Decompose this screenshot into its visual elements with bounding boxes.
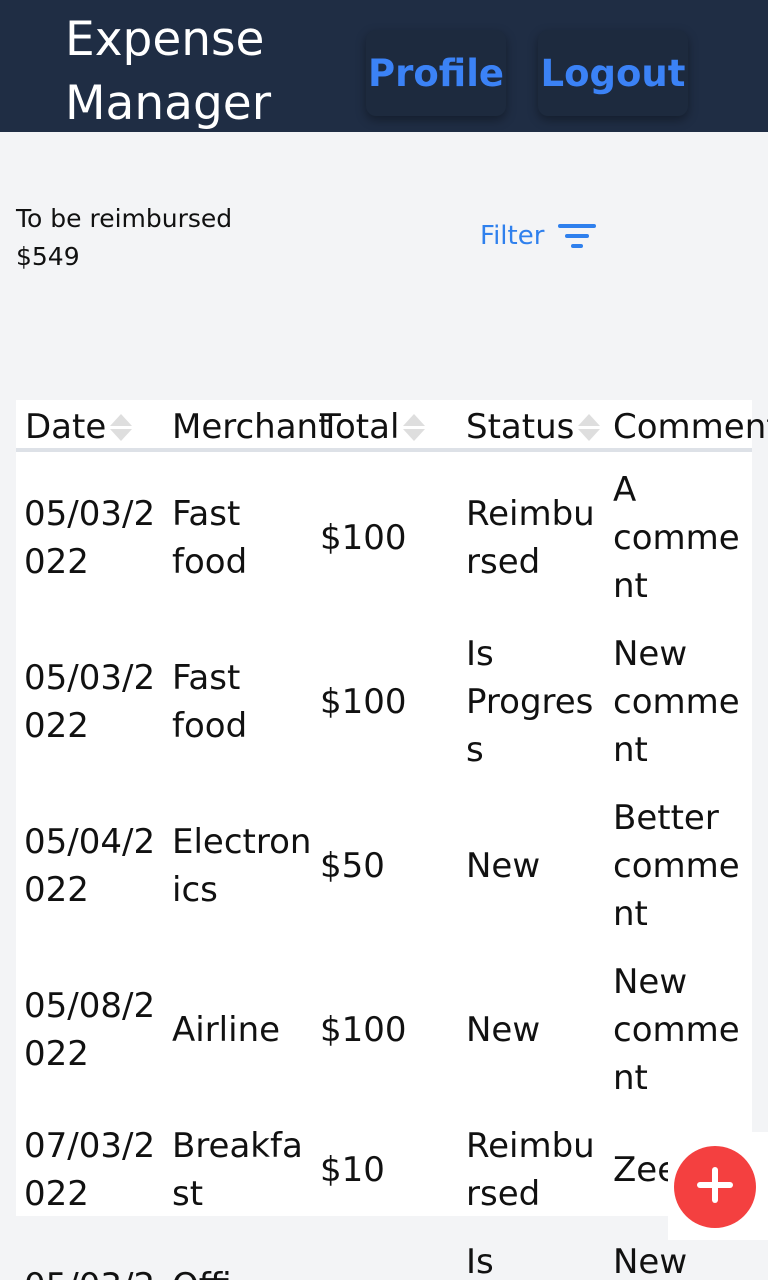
cell-total: $100 [320,518,407,558]
cell-comment: Better comme nt [613,798,740,934]
sort-icon [578,413,601,441]
cell-date: 05/04/2 022 [24,822,156,910]
reimbursement-summary: To be reimbursed $549 [16,200,232,276]
column-header-total[interactable]: Total [320,405,426,449]
cell-merchant: Electron ics [172,822,312,910]
sort-icon [403,413,426,441]
table-header: Date Merchant Total Status Comment [16,400,768,452]
column-header-merchant[interactable]: Merchant [172,405,331,449]
filter-label: Filter [480,221,545,251]
column-header-comment[interactable]: Comment [613,405,768,449]
cell-status: New [466,1010,541,1050]
cell-date: 05/08/2 022 [24,986,156,1074]
cell-date: 05/03/2 022 [24,658,156,746]
add-expense-button[interactable] [674,1146,756,1228]
filter-icon [558,222,597,250]
cell-date: 05/03/2 [24,1262,155,1280]
cell-merchant: Airline [172,1010,281,1050]
cell-merchant: Fast food [172,494,248,582]
reimbursement-label: To be reimbursed [16,204,233,233]
cell-comment: New comme nt [613,634,740,770]
cell-status: Reimbu rsed [466,494,595,582]
cell-total: $100 [320,682,407,722]
cell-total: $100 [320,1010,407,1050]
column-header-date[interactable]: Date [25,405,133,449]
cell-merchant: Breakfa st [172,1126,303,1214]
cell-total: $10 [320,1150,385,1190]
cell-status: New [466,846,541,886]
filter-button[interactable]: Filter [480,218,597,254]
logout-button[interactable]: Logout [538,30,688,116]
cell-comment: New [613,1242,688,1280]
reimbursement-amount: $549 [16,242,80,271]
expense-table: Date Merchant Total Status Comment 05/03… [16,400,768,1216]
plus-icon [695,1165,735,1209]
cell-status: Reimbu rsed [466,1126,595,1214]
cell-comment: A comme nt [613,470,740,606]
cell-status: Is [466,1242,494,1280]
sort-icon [110,413,133,441]
cell-comment: New comme nt [613,962,740,1098]
profile-button[interactable]: Profile [366,30,506,116]
cell-merchant: Offi [172,1262,232,1280]
cell-date: 05/03/2 022 [24,494,156,582]
cell-total: $50 [320,846,385,886]
column-header-status[interactable]: Status [466,405,601,449]
app-header: Expense Manager Profile Logout [0,0,768,132]
cell-status: Is Progres s [466,634,594,770]
app-title: Expense Manager [65,12,272,131]
cell-merchant: Fast food [172,658,248,746]
cell-date: 07/03/2 022 [24,1126,156,1214]
